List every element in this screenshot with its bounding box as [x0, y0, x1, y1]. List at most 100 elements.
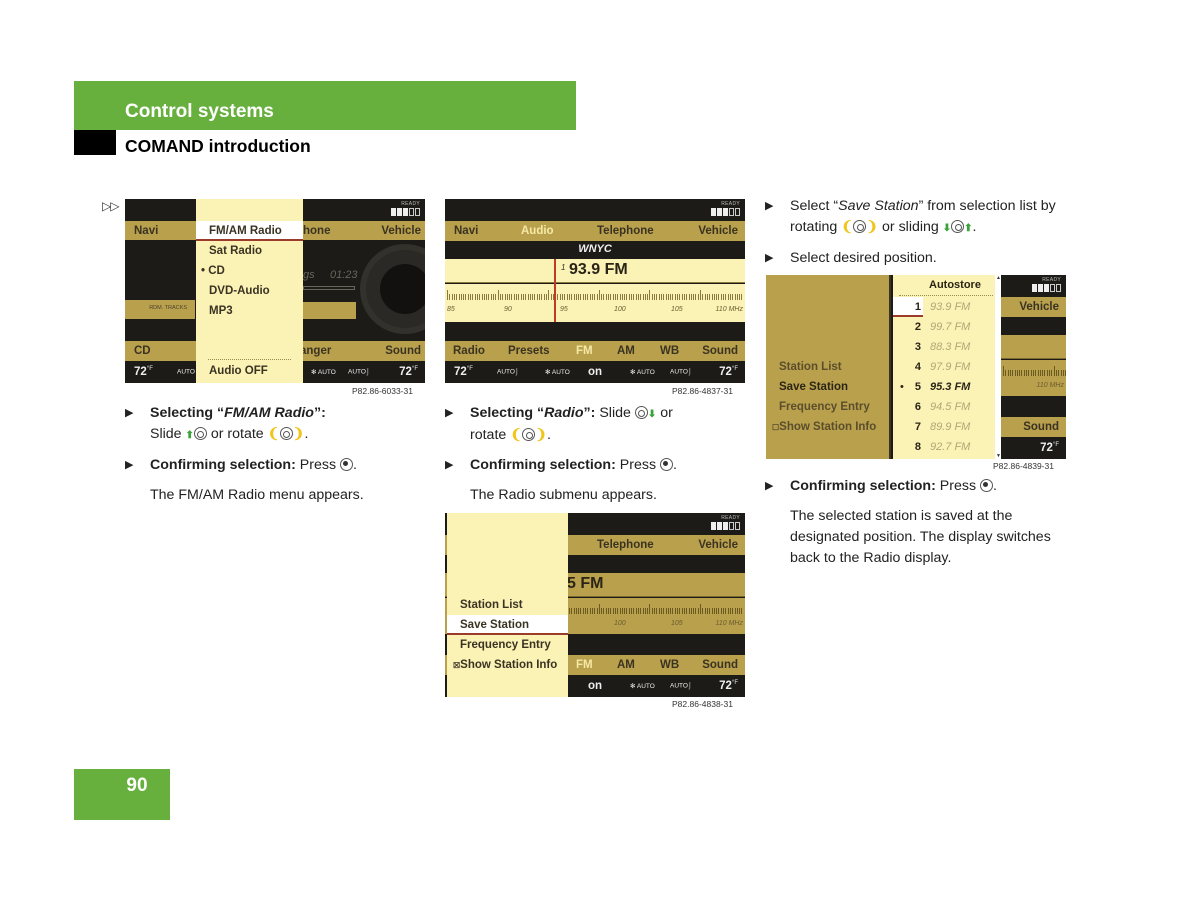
- menu-item-show-station-info[interactable]: ☐Show Station Info: [766, 417, 889, 437]
- tab-navi[interactable]: Navi: [454, 225, 478, 237]
- temp-left: 72°F: [134, 366, 153, 378]
- preset-frequency: 99.7 FM: [930, 321, 971, 333]
- preset-row[interactable]: • 5 95.3 FM: [893, 377, 995, 397]
- menu-item-audio-off[interactable]: Audio OFF: [196, 361, 303, 381]
- tab-vehicle[interactable]: Vehicle: [1019, 301, 1059, 313]
- tuning-scale: 110 MHz: [1001, 360, 1066, 396]
- tuning-scale[interactable]: 85 90 95 100 105 110 MHz: [445, 284, 745, 322]
- scale-tick: [557, 294, 559, 300]
- scale-tick: [587, 608, 589, 614]
- menu-item-show-station-info[interactable]: ☒Show Station Info: [447, 655, 568, 675]
- scale-tick: [663, 608, 665, 614]
- random-tracks-button[interactable]: RDM. TRACKS: [125, 300, 195, 319]
- preset-row[interactable]: 8 92.7 FM: [893, 437, 995, 457]
- tab-am[interactable]: AM: [617, 659, 635, 671]
- tab-sound[interactable]: Sound: [702, 345, 738, 357]
- bullet-arrow-icon: ▶: [125, 407, 134, 419]
- scale-tick: [1012, 370, 1014, 376]
- bottom-nav-bar: Radio Presets FM AM WB Sound: [445, 341, 745, 361]
- screen-radio-submenu: READY Telephone Vehicle 5 FM 100 105 110…: [445, 513, 745, 697]
- preset-row[interactable]: 7 89.9 FM: [893, 417, 995, 437]
- scale-tick: [1005, 370, 1007, 376]
- step: ▶ Confirming selection: Press .: [125, 455, 425, 476]
- scale-tick: [1030, 370, 1032, 376]
- preset-row[interactable]: 3 88.3 FM: [893, 337, 995, 357]
- scale-tick: [1016, 370, 1018, 376]
- scale-tick: [562, 294, 563, 300]
- scale-tick: [706, 294, 708, 300]
- tab-am[interactable]: AM: [617, 345, 635, 357]
- tab-telephone[interactable]: hone: [303, 225, 330, 237]
- tab-wb[interactable]: WB: [660, 345, 679, 357]
- preset-row[interactable]: 1 93.9 FM: [893, 297, 995, 317]
- scale-tick: [1026, 370, 1027, 376]
- preset-row[interactable]: 2 99.7 FM: [893, 317, 995, 337]
- menu-item-save-station[interactable]: Save Station: [766, 377, 889, 397]
- scrollbar[interactable]: [995, 275, 1001, 459]
- subsection-title: COMAND introduction: [125, 136, 311, 156]
- scale-tick: [456, 294, 458, 300]
- menu-item-cd[interactable]: • CD: [196, 261, 303, 281]
- track-fragment: gs: [303, 269, 315, 281]
- station-name: WNYC: [578, 243, 612, 255]
- menu-item-station-list[interactable]: Station List: [447, 595, 568, 615]
- menu-item-sat-radio[interactable]: Sat Radio: [196, 241, 303, 261]
- menu-item-dvd-audio[interactable]: DVD-Audio: [196, 281, 303, 301]
- scale-tick: [644, 608, 646, 614]
- tab-vehicle[interactable]: Vehicle: [698, 539, 738, 551]
- scale-tick: [674, 608, 676, 614]
- tab-changer[interactable]: anger: [300, 345, 331, 357]
- scale-tick: [683, 294, 685, 300]
- scale-tick: [695, 608, 697, 614]
- tab-sound[interactable]: Sound: [702, 659, 738, 671]
- scale-tick: [550, 294, 552, 300]
- scale-tick: [1035, 370, 1037, 376]
- scale-tick: [594, 294, 596, 300]
- tab-presets[interactable]: Presets: [508, 345, 550, 357]
- tab-vehicle[interactable]: Vehicle: [698, 225, 738, 237]
- scale-tick: [690, 608, 692, 614]
- tab-cd[interactable]: CD: [134, 345, 151, 357]
- tab-telephone[interactable]: Telephone: [597, 539, 654, 551]
- scale-tick: [695, 294, 697, 300]
- scale-tick: [608, 294, 609, 300]
- scale-tick: [658, 294, 660, 300]
- tab-fm[interactable]: FM: [576, 345, 593, 357]
- preset-position: 1: [914, 301, 921, 313]
- side-button[interactable]: [303, 302, 356, 319]
- menu-item-fm-am-radio[interactable]: FM/AM Radio: [196, 221, 303, 241]
- track-progress: [303, 286, 355, 290]
- scale-tick: [631, 608, 632, 614]
- menu-item-frequency-entry[interactable]: Frequency Entry: [447, 635, 568, 655]
- scale-tick: [711, 294, 713, 300]
- tab-audio[interactable]: Audio: [521, 225, 554, 237]
- menu-item-station-list[interactable]: Station List: [766, 357, 889, 377]
- tab-sound[interactable]: Sound: [1023, 421, 1059, 433]
- submenu-panel: Station List Save Station Frequency Entr…: [766, 275, 891, 459]
- scale-tick: [739, 608, 741, 614]
- tab-radio[interactable]: Radio: [453, 345, 485, 357]
- preset-row[interactable]: 6 94.5 FM: [893, 397, 995, 417]
- tab-navi[interactable]: Navi: [134, 225, 158, 237]
- tab-wb[interactable]: WB: [660, 659, 679, 671]
- seat-auto-icon: AUTO⌡: [497, 368, 519, 376]
- scale-tick: [683, 608, 685, 614]
- tab-sound[interactable]: Sound: [385, 345, 421, 357]
- preset-row[interactable]: 4 97.9 FM: [893, 357, 995, 377]
- scale-tick: [732, 608, 734, 614]
- tab-vehicle[interactable]: Vehicle: [381, 225, 421, 237]
- menu-item-frequency-entry[interactable]: Frequency Entry: [766, 397, 889, 417]
- scale-tick: [727, 294, 729, 300]
- rotate-icon: ❨ ❩: [510, 427, 548, 443]
- scale-tick: [693, 608, 695, 614]
- scale-tick: [511, 294, 513, 300]
- tab-fm[interactable]: FM: [576, 659, 593, 671]
- step: ▶ Select “Save Station” from selection l…: [765, 198, 1056, 235]
- menu-item-save-station[interactable]: Save Station: [447, 615, 568, 635]
- scale-tick: [727, 608, 729, 614]
- tuning-needle[interactable]: [553, 259, 556, 322]
- scale-tick: [617, 294, 619, 300]
- tab-telephone[interactable]: Telephone: [597, 225, 654, 237]
- menu-item-mp3[interactable]: MP3: [196, 301, 303, 321]
- preset-frequency: 89.9 FM: [930, 421, 971, 433]
